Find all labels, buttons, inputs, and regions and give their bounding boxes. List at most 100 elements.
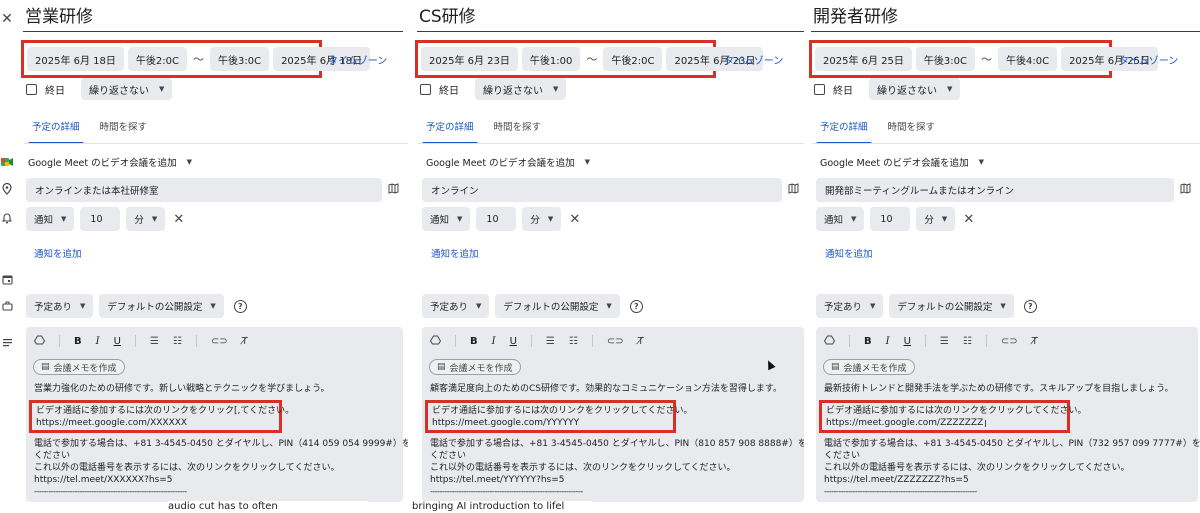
allday-checkbox[interactable] [420,83,431,95]
busy-dropdown[interactable]: 予定あり ▼ [816,294,884,318]
drive-icon[interactable] [33,335,46,348]
drive-icon[interactable] [429,335,442,348]
meet-link[interactable]: https://meet.google.com/XXXXXX [36,417,275,429]
italic-icon[interactable]: I [492,336,496,347]
add-notification-link[interactable]: 通知を追加 [825,246,873,260]
start-date[interactable]: 2025年 6月 23日 [421,47,518,71]
allday-checkbox[interactable] [26,83,37,95]
timezone-link[interactable]: タイムゾーン [1119,52,1178,67]
location-field[interactable]: オンライン [422,178,782,202]
visibility-dropdown[interactable]: デフォルトの公開設定 ▼ [495,294,620,318]
bulleted-list-icon[interactable]: ☷ [963,336,972,347]
close-icon[interactable]: ✕ [0,12,14,26]
end-time[interactable]: 午後3:0C [209,47,270,71]
end-time[interactable]: 午後2:0C [603,47,663,71]
start-time[interactable]: 午後2:0C [127,47,187,71]
title-field[interactable]: 開発者研修 [811,4,1200,32]
notification-unit-dropdown[interactable]: 分 ▼ [522,207,562,231]
drive-icon[interactable] [823,335,836,348]
start-time[interactable]: 午後1:00 [521,47,581,71]
tel-link[interactable]: https://tel.meet/XXXXXX?hs=5 [34,474,408,486]
meet-row[interactable]: Google Meet のビデオ会議を追加 ▼ [426,154,590,170]
notification-type-dropdown[interactable]: 通知 ▼ [422,207,471,231]
meet-link[interactable]: https://meet.google.com/ZZZZZZZ [826,417,1063,429]
add-notification-link[interactable]: 通知を追加 [34,246,82,260]
create-notes-button[interactable]: ▤ 会議メモを作成 [823,359,915,375]
help-icon[interactable]: ? [1023,299,1037,313]
tab-find-time[interactable]: 時間を探す [494,118,542,144]
busy-dropdown[interactable]: 予定あり ▼ [26,294,94,318]
map-icon[interactable] [1180,183,1191,197]
clear-format-icon[interactable]: T̸ [242,336,248,347]
clear-format-icon[interactable]: T̸ [638,336,644,347]
allday-checkbox[interactable] [814,83,825,95]
create-notes-button[interactable]: ▤ 会議メモを作成 [33,359,125,375]
notification-unit-dropdown[interactable]: 分 ▼ [916,207,956,231]
bold-icon[interactable]: B [470,336,478,347]
timezone-link[interactable]: タイムゾーン [328,52,387,67]
remove-notification-icon[interactable]: ✕ [173,212,184,227]
bulleted-list-icon[interactable]: ☷ [173,336,182,347]
tab-find-time[interactable]: 時間を探す [100,118,148,144]
event-title[interactable]: 営業研修 [23,4,403,30]
location-field[interactable]: 開発部ミーティングルームまたはオンライン [816,178,1174,202]
tab-event-details[interactable]: 予定の詳細 [28,118,83,144]
tel-link[interactable]: https://tel.meet/YYYYYY?hs=5 [430,474,804,486]
notification-value-input[interactable]: 10 [476,207,517,231]
event-title[interactable]: 開発者研修 [811,4,1200,30]
numbered-list-icon[interactable]: ☰ [150,336,159,347]
bold-icon[interactable]: B [864,336,872,347]
underline-icon[interactable]: U [114,336,121,347]
description-editor[interactable]: B I U ☰ ☷ ⊂⊃ T̸ ▤ 会議メモを作成 最新技術トレンドと開発手法を… [816,327,1200,502]
underline-icon[interactable]: U [510,336,517,347]
repeat-dropdown[interactable]: 繰り返さない ▼ [869,78,961,100]
numbered-list-icon[interactable]: ☰ [546,336,555,347]
map-icon[interactable] [788,183,799,197]
remove-notification-icon[interactable]: ✕ [963,212,974,227]
add-notification-link[interactable]: 通知を追加 [431,246,479,260]
remove-notification-icon[interactable]: ✕ [569,212,580,227]
tab-event-details[interactable]: 予定の詳細 [422,118,477,144]
help-icon[interactable]: ? [629,299,643,313]
create-notes-button[interactable]: ▤ 会議メモを作成 [429,359,521,375]
link-icon[interactable]: ⊂⊃ [607,336,624,347]
busy-dropdown[interactable]: 予定あり ▼ [422,294,490,318]
italic-icon[interactable]: I [886,336,890,347]
italic-icon[interactable]: I [96,336,100,347]
meet-row[interactable]: Google Meet のビデオ会議を追加 ▼ [820,154,984,170]
underline-icon[interactable]: U [904,336,911,347]
start-time[interactable]: 午後3:0C [915,47,975,71]
tab-event-details[interactable]: 予定の詳細 [816,118,871,144]
description-editor[interactable]: B I U ☰ ☷ ⊂⊃ T̸ ▤ 会議メモを作成 顧客満足度向上のためのCS研… [422,327,804,502]
tab-find-time[interactable]: 時間を探す [888,118,936,144]
notification-value-input[interactable]: 10 [870,207,911,231]
timezone-link[interactable]: タイムゾーン [724,52,783,67]
notification-type-dropdown[interactable]: 通知 ▼ [26,207,75,231]
tel-link[interactable]: https://tel.meet/ZZZZZZZ?hs=5 [824,474,1200,486]
map-icon[interactable] [388,183,399,197]
clear-format-icon[interactable]: T̸ [1032,336,1038,347]
notification-value-input[interactable]: 10 [80,207,121,231]
title-field[interactable]: 営業研修 [23,4,403,32]
meet-link[interactable]: https://meet.google.com/YYYYYY [432,417,669,429]
start-date[interactable]: 2025年 6月 18日 [27,47,124,71]
repeat-dropdown[interactable]: 繰り返さない ▼ [81,78,173,100]
location-field[interactable]: オンラインまたは本社研修室 [26,178,382,202]
visibility-dropdown[interactable]: デフォルトの公開設定 ▼ [99,294,224,318]
description-editor[interactable]: B I U ☰ ☷ ⊂⊃ T̸ ▤ 会議メモを作成 営業力強化のための研修です。… [26,327,408,502]
end-time[interactable]: 午後4:0C [997,47,1058,71]
title-field[interactable]: CS研修 [417,4,804,32]
meet-row[interactable]: Google Meet のビデオ会議を追加 ▼ [28,154,192,170]
help-icon[interactable]: ? [233,299,247,313]
notification-type-dropdown[interactable]: 通知 ▼ [816,207,865,231]
event-title[interactable]: CS研修 [417,4,804,30]
start-date[interactable]: 2025年 6月 25日 [815,47,912,71]
link-icon[interactable]: ⊂⊃ [1001,336,1018,347]
notification-unit-dropdown[interactable]: 分 ▼ [126,207,166,231]
link-icon[interactable]: ⊂⊃ [211,336,228,347]
numbered-list-icon[interactable]: ☰ [940,336,949,347]
visibility-dropdown[interactable]: デフォルトの公開設定 ▼ [889,294,1014,318]
bold-icon[interactable]: B [74,336,82,347]
bulleted-list-icon[interactable]: ☷ [569,336,578,347]
repeat-dropdown[interactable]: 繰り返さない ▼ [475,78,567,100]
